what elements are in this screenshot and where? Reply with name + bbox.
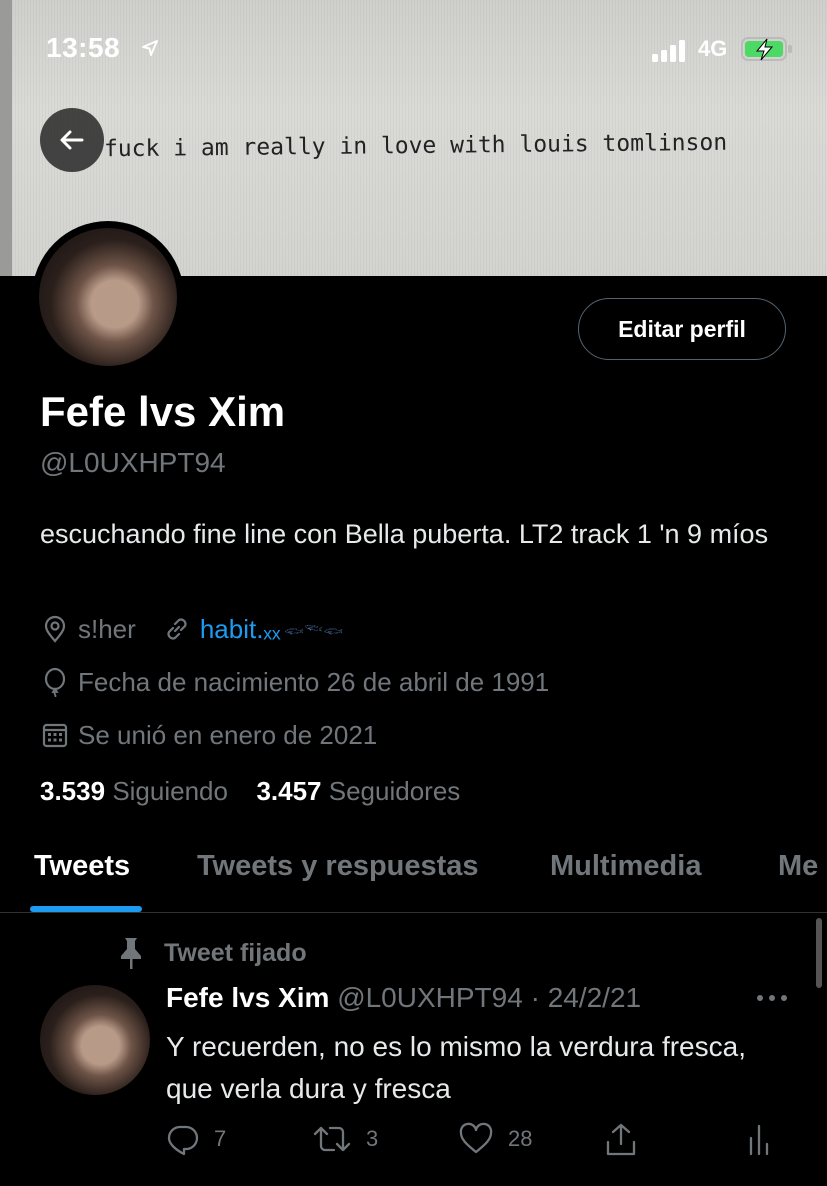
like-icon	[459, 1122, 493, 1154]
back-arrow-icon	[60, 130, 84, 150]
following-count: 3.539	[40, 776, 106, 806]
followers-label: Seguidores	[328, 776, 461, 806]
profile-location: s!her	[78, 613, 136, 644]
reply-button[interactable]: 7	[166, 1122, 226, 1156]
tweet-text: Y recuerden, no es lo mismo la verdura f…	[166, 1031, 746, 1104]
calendar-icon	[42, 723, 68, 748]
location-arrow-icon	[142, 40, 158, 56]
tweet-separator: ·	[522, 982, 548, 1013]
tweet-header: Fefe lvs Xim @L0UXHPT94 · 24/2/21	[166, 982, 641, 1014]
retweet-icon	[313, 1126, 351, 1152]
profile-meta-row-1: s!her habit.ₓₓ 𓆟𓆝𓆟	[40, 612, 344, 646]
share-icon	[606, 1123, 636, 1156]
profile-handle: @L0UXHPT94	[40, 447, 226, 478]
edit-profile-button[interactable]: Editar perfil	[578, 298, 786, 360]
banner-text: fuck i am really in love with louis toml…	[103, 129, 728, 163]
tweet-date[interactable]: 24/2/21	[548, 982, 641, 1013]
reply-count: 7	[214, 1126, 227, 1151]
following-label: Siguiendo	[112, 776, 228, 806]
retweet-count: 3	[366, 1126, 379, 1151]
tab-media[interactable]: Multimedia	[550, 850, 701, 883]
retweet-button[interactable]: 3	[312, 1122, 378, 1156]
analytics-icon	[749, 1124, 769, 1156]
like-count: 28	[508, 1126, 533, 1151]
profile-tabs: Tweets Tweets y respuestas Multimedia Me	[0, 828, 827, 914]
analytics-button[interactable]	[746, 1122, 786, 1156]
tab-tweets[interactable]: Tweets	[34, 850, 130, 883]
more-icon[interactable]	[754, 988, 790, 1008]
location-icon	[44, 615, 66, 643]
profile-link[interactable]: habit.ₓₓ	[200, 614, 281, 645]
link-icon	[167, 618, 187, 640]
followers-count: 3.457	[256, 776, 322, 806]
like-button[interactable]: 28	[458, 1122, 532, 1156]
link-decoration: 𓆟𓆝𓆟	[284, 623, 344, 639]
tweet-author-name[interactable]: Fefe lvs Xim	[166, 982, 329, 1013]
profile-joined-row: Se unió en enero de 2021	[40, 718, 377, 752]
status-time: 13:58	[46, 32, 121, 63]
followers-link[interactable]: 3.457 Seguidores	[256, 776, 460, 806]
scrollbar[interactable]	[816, 918, 822, 988]
profile-name: Fefe lvs Xim	[40, 388, 286, 435]
pinned-label: Tweet fijado	[164, 938, 307, 967]
share-button[interactable]	[604, 1122, 652, 1158]
follow-counts: 3.539 Siguiendo 3.457 Seguidores	[40, 776, 460, 807]
avatar-image	[39, 228, 177, 366]
signal-icon	[652, 40, 685, 62]
profile-joined: Se unió en enero de 2021	[78, 719, 378, 750]
network-type: 4G	[698, 36, 728, 61]
back-button[interactable]	[40, 108, 104, 172]
pinned-indicator: Tweet fijado	[116, 936, 307, 970]
status-bar: 13:58 4G	[0, 0, 827, 100]
tab-likes[interactable]: Me	[778, 850, 818, 883]
battery-charging-icon	[741, 37, 792, 61]
profile-birthday-row: Fecha de nacimiento 26 de abril de 1991	[40, 665, 549, 699]
profile-bio: escuchando fine line con Bella puberta. …	[40, 519, 769, 549]
tweet-avatar[interactable]	[40, 985, 150, 1095]
profile-birthday: Fecha de nacimiento 26 de abril de 1991	[78, 666, 550, 697]
following-link[interactable]: 3.539 Siguiendo	[40, 776, 228, 806]
tab-tweets-and-replies[interactable]: Tweets y respuestas	[197, 850, 479, 883]
reply-icon	[167, 1125, 199, 1156]
balloon-icon	[44, 667, 66, 697]
tweet-actions: 7 3 28	[166, 1122, 806, 1162]
tweet-author-handle: @L0UXHPT94	[337, 982, 523, 1013]
tabs-divider	[0, 912, 827, 913]
profile-avatar[interactable]	[32, 221, 184, 373]
pin-icon	[121, 938, 141, 969]
